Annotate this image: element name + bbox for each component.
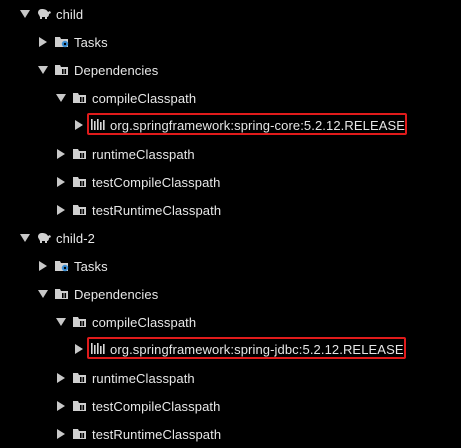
tasks-folder-icon [54,34,70,50]
tree-node-configuration[interactable]: testCompileClasspath [56,168,220,196]
chevron-right-icon[interactable] [74,120,84,130]
elephant-icon [36,6,52,22]
tree-node-project-child-2[interactable]: child-2 [20,224,95,252]
chevron-right-icon[interactable] [38,261,48,271]
dependency-label: org.springframework:spring-core:5.2.12.R… [110,117,406,133]
configuration-label: testRuntimeClasspath [92,202,222,218]
configuration-label: testRuntimeClasspath [92,426,222,442]
tasks-folder-icon [54,258,70,274]
chevron-right-icon[interactable] [56,149,66,159]
chevron-down-icon[interactable] [56,93,66,103]
tree-node-configuration[interactable]: testRuntimeClasspath [56,196,221,224]
library-bars-icon [90,341,106,357]
tree-node-project-child[interactable]: child [20,0,83,28]
configuration-label: runtimeClasspath [92,146,195,162]
chevron-down-icon[interactable] [20,233,30,243]
configuration-folder-icon [72,202,88,218]
tree-node-dependencies[interactable]: Dependencies [38,280,158,308]
tree-node-configuration[interactable]: testRuntimeClasspath [56,420,221,448]
tree-node-tasks[interactable]: Tasks [38,252,108,280]
chevron-right-icon[interactable] [56,205,66,215]
chevron-down-icon[interactable] [38,289,48,299]
configuration-folder-icon [72,90,88,106]
configuration-folder-icon [72,398,88,414]
chevron-right-icon[interactable] [56,177,66,187]
tree-node-configuration[interactable]: testCompileClasspath [56,392,220,420]
tree-node-configuration[interactable]: runtimeClasspath [56,364,195,392]
configuration-label: compileClasspath [92,314,197,330]
chevron-down-icon[interactable] [38,65,48,75]
library-bars-icon [90,117,106,133]
chevron-right-icon[interactable] [56,429,66,439]
tree-node-configuration[interactable]: compileClasspath [56,308,196,336]
configuration-folder-icon [72,426,88,442]
tree-node-dependency[interactable]: org.springframework:spring-jdbc:5.2.12.R… [74,335,404,363]
chevron-down-icon[interactable] [56,317,66,327]
project-name: child [56,6,84,22]
tree-node-configuration[interactable]: runtimeClasspath [56,140,195,168]
dependencies-folder-icon [54,62,70,78]
chevron-right-icon[interactable] [56,401,66,411]
dependency-label: org.springframework:spring-jdbc:5.2.12.R… [110,341,404,357]
chevron-right-icon[interactable] [56,373,66,383]
configuration-folder-icon [72,314,88,330]
chevron-right-icon[interactable] [38,37,48,47]
configuration-label: testCompileClasspath [92,174,221,190]
configuration-folder-icon [72,370,88,386]
project-name: child-2 [56,230,95,246]
dependencies-label: Dependencies [74,286,159,302]
chevron-down-icon[interactable] [20,9,30,19]
tree-node-tasks[interactable]: Tasks [38,28,108,56]
elephant-icon [36,230,52,246]
configuration-label: testCompileClasspath [92,398,221,414]
configuration-folder-icon [72,174,88,190]
chevron-right-icon[interactable] [74,344,84,354]
tree-node-dependencies[interactable]: Dependencies [38,56,158,84]
configuration-label: compileClasspath [92,90,197,106]
tasks-label: Tasks [74,34,108,50]
dependencies-folder-icon [54,286,70,302]
configuration-label: runtimeClasspath [92,370,195,386]
tree-node-dependency[interactable]: org.springframework:spring-core:5.2.12.R… [74,111,405,139]
tasks-label: Tasks [74,258,108,274]
tree-node-configuration[interactable]: compileClasspath [56,84,196,112]
configuration-folder-icon [72,146,88,162]
dependencies-label: Dependencies [74,62,159,78]
